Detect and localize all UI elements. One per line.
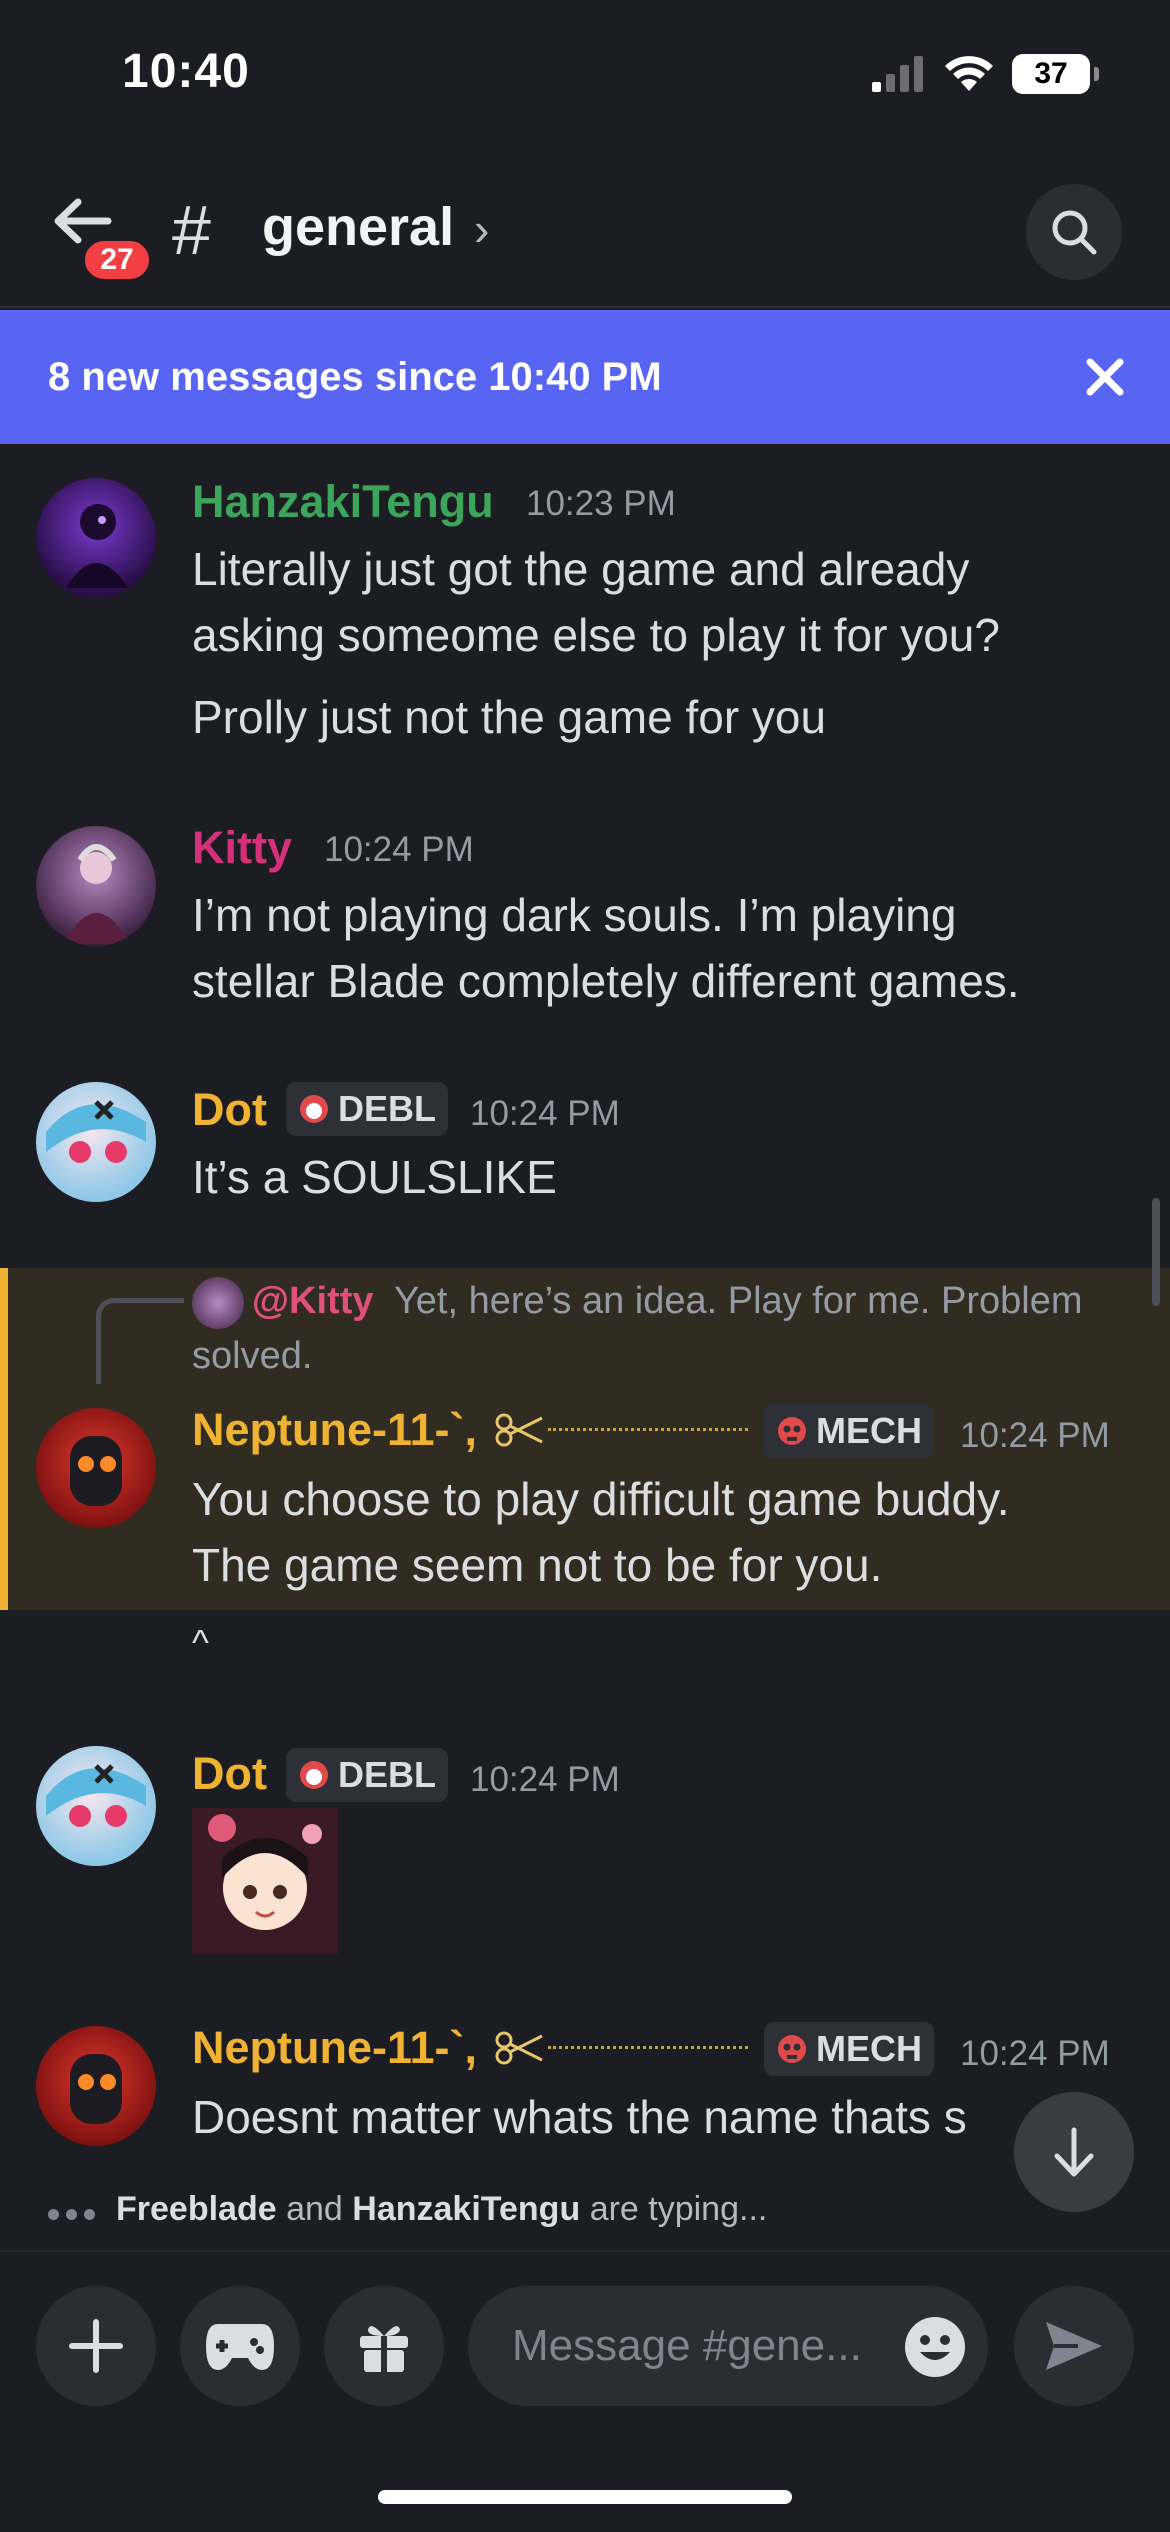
plus-icon: [69, 2319, 123, 2373]
new-messages-text: 8 new messages since 10:40 PM: [48, 354, 662, 399]
search-icon: [1052, 210, 1097, 255]
channel-title[interactable]: general: [262, 196, 454, 258]
gift-button[interactable]: [324, 2286, 444, 2406]
message-input-placeholder: Message #gene...: [512, 2321, 862, 2370]
message-content: Doesnt matter whats the name thats s: [192, 2091, 967, 2143]
message-content: I’m not playing dark souls. I’m playing …: [192, 882, 1092, 1014]
chevron-right-icon[interactable]: ›: [474, 202, 489, 256]
avatar[interactable]: [36, 2026, 156, 2146]
typing-indicator: Freeblade and HanzakiTengu are typing...: [48, 2190, 767, 2229]
avatar[interactable]: [36, 1746, 156, 1866]
role-tag-label: DEBL: [338, 1754, 436, 1795]
message-content: You choose to play difficult game buddy.…: [192, 1466, 1092, 1598]
message-timestamp: 10:24 PM: [960, 1416, 1110, 1455]
gamepad-icon: [206, 2324, 274, 2370]
channel-header: 27 # general ›: [0, 150, 1170, 308]
role-icon: [300, 1095, 328, 1123]
role-tag[interactable]: MECH: [764, 1404, 934, 1458]
skull-icon: [778, 1417, 806, 1445]
scissors-icon: [495, 2031, 543, 2065]
message-author[interactable]: Neptune-11-`,: [192, 1404, 477, 1456]
message-line: Literally just got the game and already: [192, 543, 970, 595]
decoration-line: [548, 2046, 748, 2049]
jump-to-bottom-button[interactable]: [1014, 2092, 1134, 2212]
typing-text: Freeblade and HanzakiTengu are typing...: [116, 2190, 768, 2228]
send-icon: [1046, 2322, 1102, 2370]
wifi-icon: [945, 56, 993, 91]
avatar[interactable]: [36, 478, 156, 598]
role-icon: [300, 1761, 328, 1789]
close-icon[interactable]: [1080, 352, 1130, 402]
activities-button[interactable]: [180, 2286, 300, 2406]
send-button[interactable]: [1014, 2286, 1134, 2406]
avatar[interactable]: [36, 1408, 156, 1528]
home-indicator[interactable]: [378, 2490, 792, 2504]
message-author[interactable]: Dot: [192, 1084, 267, 1136]
new-messages-banner[interactable]: 8 new messages since 10:40 PM: [0, 310, 1170, 444]
reply-connector: [96, 1298, 184, 1384]
message-content: Literally just got the game and already …: [192, 536, 1092, 668]
unread-badge: 27: [80, 236, 154, 284]
message-timestamp: 10:24 PM: [470, 1094, 620, 1133]
signal-icon: [872, 56, 923, 92]
role-tag[interactable]: DEBL: [286, 1082, 448, 1136]
status-bar: 10:40 37: [0, 0, 1170, 150]
gift-icon: [360, 2326, 408, 2372]
avatar[interactable]: [36, 826, 156, 946]
message-line: The game seem not to be for you.: [192, 1539, 883, 1591]
battery-icon: 37: [1012, 54, 1099, 94]
message-line: stellar Blade completely different games…: [192, 955, 1020, 1007]
message-content: Prolly just not the game for you: [192, 691, 827, 743]
decoration-line: [548, 1428, 748, 1431]
channel-hash-icon: #: [172, 191, 211, 269]
status-time: 10:40: [122, 45, 250, 98]
role-tag[interactable]: MECH: [764, 2022, 934, 2076]
status-icons: 37: [872, 54, 1099, 94]
message-timestamp: 10:23 PM: [526, 484, 676, 523]
search-button[interactable]: [1026, 184, 1122, 280]
message-author[interactable]: HanzakiTengu: [192, 476, 494, 528]
typing-dots-icon: [48, 2190, 102, 2229]
message-timestamp: 10:24 PM: [960, 2034, 1110, 2073]
reply-preview[interactable]: @Kitty Yet, here’s an idea. Play for me.…: [192, 1274, 1142, 1383]
role-tag-label: MECH: [816, 1410, 922, 1451]
message-input[interactable]: Message #gene...: [468, 2286, 988, 2406]
avatar[interactable]: [36, 1082, 156, 1202]
role-tag-label: MECH: [816, 2028, 922, 2069]
scissors-icon: [495, 1413, 543, 1447]
message-content: It’s a SOULSLIKE: [192, 1151, 557, 1203]
mention-highlight-bar: [0, 1268, 8, 1610]
role-tag-label: DEBL: [338, 1088, 436, 1129]
message-author[interactable]: Kitty: [192, 822, 292, 874]
reply-avatar: [192, 1276, 244, 1329]
sticker[interactable]: [192, 1808, 338, 1954]
skull-icon: [778, 2035, 806, 2063]
scrollbar[interactable]: [1152, 1198, 1160, 1306]
message-timestamp: 10:24 PM: [470, 1760, 620, 1799]
role-tag[interactable]: DEBL: [286, 1748, 448, 1802]
message-author[interactable]: Dot: [192, 1748, 267, 1800]
message-author[interactable]: Neptune-11-`,: [192, 2022, 477, 2074]
add-attachment-button[interactable]: [36, 2286, 156, 2406]
message-line: asking someome else to play it for you?: [192, 609, 1000, 661]
reply-mention[interactable]: @Kitty: [252, 1280, 374, 1322]
message-line: You choose to play difficult game buddy.: [192, 1473, 1010, 1525]
arrow-down-icon: [1054, 2127, 1094, 2177]
message-content: ^: [192, 1622, 209, 1663]
message-line: I’m not playing dark souls. I’m playing: [192, 889, 957, 941]
emoji-icon[interactable]: [904, 2316, 966, 2378]
message-timestamp: 10:24 PM: [324, 830, 474, 869]
